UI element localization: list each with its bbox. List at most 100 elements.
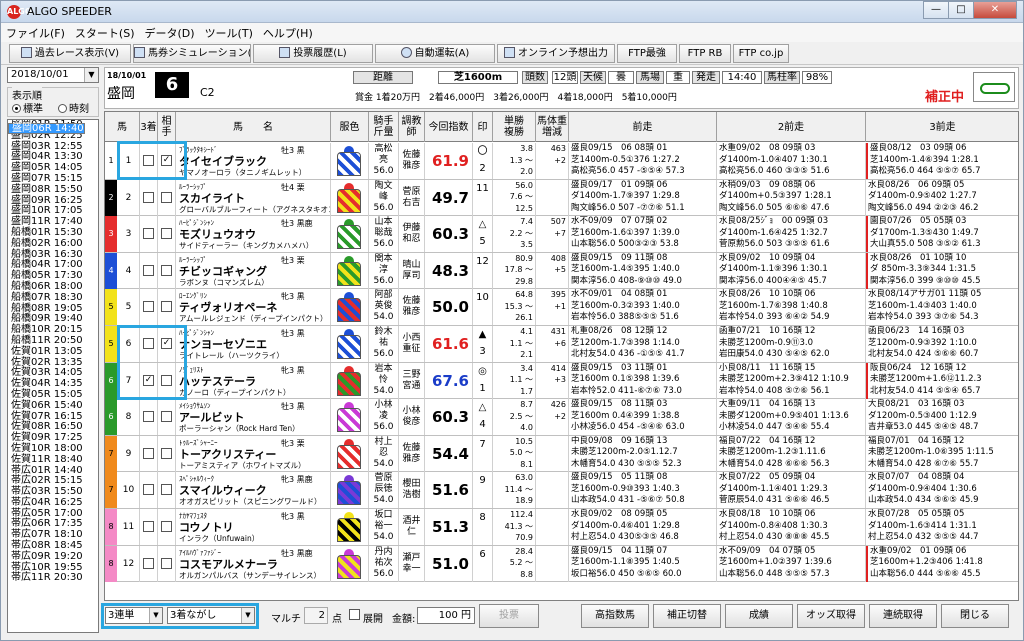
date-picker[interactable]: 2018/10/01 ▼ [7, 67, 99, 83]
past-race-button[interactable]: 過去レース表示(V) [9, 44, 131, 63]
prev-race-2[interactable]: 福良07/22 04 16頭 12 未勝芝1200m-1.2③1.11.6 木幡… [717, 435, 866, 472]
horse-name-cell[interactable]: ﾊｰﾋﾟｼﾞﾝｼｬﾝ 牡3 黒鹿 モズリュウオウ サイドティーラー（キングカメハメハ） [176, 216, 331, 253]
race-list-item[interactable]: 佐賀11R 18:40 [8, 454, 98, 466]
race-list-item[interactable]: 盛岡08R 15:50 [8, 184, 98, 196]
table-row[interactable]: 2 2 ﾙｰﾗｰｼｯﾌﾟ 牡4 栗スカイライト グローバルブルーフィート（アグネスタキオ… [105, 179, 1018, 217]
partner-checkbox[interactable] [161, 191, 172, 203]
partner-checkbox[interactable] [161, 447, 172, 459]
third-checkbox[interactable] [143, 301, 154, 313]
horse-name-cell[interactable]: ﾙｰﾗｰｼｯﾌﾟ 牡4 栗スカイライト グローバルブルーフィート（アグネスタキオン） [176, 179, 331, 216]
race-list-item[interactable]: 帯広11R 20:30 [8, 573, 98, 584]
table-row[interactable]: 8 12 ｱｲﾙﾊｳﾞｧﾌｧｼﾞｰ 牡3 黒鹿 コスモアルメナーラ オルガンパルバス（サン… [105, 545, 1018, 583]
prev-race-1[interactable]: 水良09/02 08 09頭 05 ダ1400m-0.4⑥401 1:29.8 … [569, 509, 717, 545]
table-row[interactable]: 8 11 ﾅｶﾔﾏﾌｪｽﾀ 牝3 黒コウノトリ インラク（Unfuwain） 坂口 裕一 … [105, 509, 1018, 546]
table-row[interactable]: 7 10 ｽﾍﾟｼｬﾙｳｨｰｸ 牝3 黒鹿 スマイルウィーク オオガスピリット（スピニング… [105, 472, 1018, 509]
prev-race-3[interactable]: 盛良08/12 03 09頭 06 芝1400m-1.4⑥394 1:28.1 … [866, 143, 1018, 179]
table-row[interactable]: 6 8 ﾒｲｼｮｳｻﾑｿﾝ 牡3 黒アールビット ポーラーシャン（Rock Hard T… [105, 399, 1018, 436]
prev-race-3[interactable]: 水良08/26 06 09頭 05 ダ1400m-0.9⑤402 1:27.7 … [866, 180, 1018, 216]
close-button[interactable]: 閉じる [941, 604, 1009, 628]
partner-checkbox[interactable] [161, 264, 172, 276]
ftp-cojp-button[interactable]: FTP co.jp [733, 44, 789, 63]
prev-race-2[interactable]: 水良09/02 10 09頭 04 ダ1400m-1.1⑨396 1:30.1 … [717, 252, 866, 289]
prev-race-2[interactable]: 水重09/02 08 09頭 03 ダ1400m-1.0④407 1:30.1 … [717, 143, 866, 179]
results-button[interactable]: 成績 [725, 604, 793, 628]
prev-race-2[interactable]: 小良08/11 11 16頭 15 未勝芝1200m+2.3⑨412 1:10.… [717, 362, 866, 399]
third-checkbox[interactable] [143, 411, 154, 423]
partner-checkbox[interactable] [161, 301, 172, 313]
partner-checkbox[interactable] [161, 557, 172, 569]
prev-race-1[interactable]: 盛良09/17 01 09頭 06 ダ1400m-1.7⑨397 1:29.8 … [569, 179, 717, 216]
partner-checkbox[interactable] [161, 484, 172, 496]
prev-race-1[interactable]: 盛良09/15 04 11頭 07 芝1600m-1.1⑧395 1:40.5 … [569, 545, 717, 582]
expand-checkbox[interactable] [349, 609, 360, 620]
ftp-saikyo-button[interactable]: FTP最強 [617, 44, 677, 63]
amount-input[interactable]: 100 円 [417, 607, 475, 624]
prev-race-1[interactable]: 盛良09/15 06 08頭 01 芝1400m-0.5①376 1:27.2 … [569, 143, 717, 179]
toggle-correction-button[interactable]: 補正切替 [653, 604, 721, 628]
partner-checkbox[interactable] [161, 411, 172, 423]
prev-race-2[interactable]: 水良08/25ｼﾞｮ 00 09頭 03 ダ1400m-1.6④425 1:32… [717, 216, 866, 253]
prev-race-3[interactable]: 水重09/02 01 09頭 06 芝1600m+1.2③406 1:41.8 … [866, 545, 1018, 582]
prev-race-3[interactable]: 福良07/01 04 16頭 12 未勝芝1200m-1.0⑥395 1:11.… [866, 436, 1018, 472]
prev-race-2[interactable]: 水良08/18 10 10頭 06 ダ1400m-0.8④408 1:30.3 … [717, 509, 866, 545]
race-list[interactable]: 盛岡01R 11:50盛岡02R 12:25盛岡03R 12:55盛岡04R 1… [7, 119, 99, 633]
high-index-button[interactable]: 高指数馬 [581, 604, 649, 628]
prev-race-3[interactable]: 水良07/28 05 05頭 05 ダ1400m-1.6③414 1:31.1 … [866, 509, 1018, 545]
third-checkbox[interactable] [143, 447, 154, 459]
table-row[interactable]: 1 1 ✓ ﾌﾞﾗｯｸﾀｷｼｰﾄﾞ 牡3 黒タイセイブラック ヤマノオーロラ（タニノギムレ… [105, 143, 1018, 180]
horse-name-cell[interactable]: ｽﾍﾟｼｬﾙｳｨｰｸ 牝3 黒鹿 スマイルウィーク オオガスピリット（スピニングワール… [176, 472, 331, 509]
race-list-item[interactable]: 佐賀06R 15:40 [8, 400, 98, 412]
vote-history-button[interactable]: 投票履歴(L) [253, 44, 373, 63]
prev-race-3[interactable]: 水良07/07 04 08頭 04 ダ1400m-0.9④404 1:30.6 … [866, 472, 1018, 508]
third-checkbox[interactable] [143, 264, 154, 276]
table-row[interactable]: 5 6 ✓ ﾊｰﾋﾟｼﾞﾝｼｬﾝ 牡3 黒ナンヨーセゾニエ ライトレール（ハーツクライ）鈴… [105, 326, 1018, 363]
horse-name-cell[interactable]: ﾄｩﾙｰｽﾞｼｬｰﾆｰ 牝3 栗トーアクリスティー トーアミスティア（ホワイトマズル… [176, 435, 331, 472]
prev-race-3[interactable]: 水良08/14アサガ01 11頭 05 芝1600m-1.4③403 1:40.… [866, 289, 1018, 325]
maximize-button[interactable]: □ [948, 1, 974, 19]
race-list-item[interactable]: 佐賀01R 13:05 [8, 346, 98, 358]
race-list-item[interactable]: 盛岡06R 14:40 [8, 123, 85, 134]
radio-standard[interactable]: 標準 [12, 100, 43, 115]
prev-race-1[interactable]: 水不09/01 04 08頭 01 芝1600m-0.3②393 1:40.0 … [569, 289, 717, 326]
menu-file[interactable]: ファイル(F) [1, 25, 70, 41]
horse-name-cell[interactable]: ﾌﾞﾗｯｸﾀｷｼｰﾄﾞ 牡3 黒タイセイブラック ヤマノオーロラ（タニノギムレット） [176, 143, 331, 179]
close-window-button[interactable]: ✕ [973, 1, 1017, 19]
prev-race-3[interactable]: 阪良06/24 12 16頭 12 未勝芝1200m+1.6⑫11.2.3 北村… [866, 362, 1018, 399]
auto-run-button[interactable]: 自動運転(A) [375, 44, 495, 63]
menu-help[interactable]: ヘルプ(H) [258, 25, 318, 41]
horse-name-cell[interactable]: ｱｲﾙﾊｳﾞｧﾌｧｼﾞｰ 牡3 黒鹿 コスモアルメナーラ オルガンパルバス（サンデーサ… [176, 545, 331, 582]
table-row[interactable]: 4 4 ﾙｰﾗｰｼｯﾌﾟ 牡3 栗チビッコギャング ラボンヌ（コマンズレム） 関本 淳 5… [105, 252, 1018, 290]
get-odds-button[interactable]: オッズ取得 [797, 604, 865, 628]
table-row[interactable]: 5 5 ﾛｰｴﾝｸﾞﾘﾝ 牝3 黒ティヴォリオペーネ アムールレジェンド（ディープインパ… [105, 289, 1018, 326]
chevron-down-icon[interactable]: ▼ [84, 68, 98, 82]
bet-simulation-button[interactable]: 馬券シミュレーション(B) [133, 44, 251, 63]
prev-race-2[interactable]: 函重07/21 10 16頭 12 未勝芝1200m-0.9⑪3.0 岩田康54… [717, 326, 866, 362]
third-checkbox[interactable] [143, 484, 154, 496]
prev-race-1[interactable]: 札重08/26 08 12頭 12 芝1200m-1.7③398 1:14.0 … [569, 326, 717, 362]
horse-name-cell[interactable]: ﾊｰﾋﾟｼﾞﾝｼｬﾝ 牡3 黒ナンヨーセゾニエ ライトレール（ハーツクライ） [176, 326, 331, 362]
prev-race-1[interactable]: 水不09/09 07 07頭 02 芝1600m-1.6①397 1:39.0 … [569, 216, 717, 253]
menu-start[interactable]: スタート(S) [70, 25, 140, 41]
race-list-item[interactable]: 船橋02R 16:00 [8, 238, 98, 250]
prev-race-1[interactable]: 盛良09/15 08 11頭 03 芝1600m 0.4④399 1:38.8 … [569, 399, 717, 436]
vote-button[interactable]: 投票 [479, 604, 539, 628]
table-row[interactable]: 6 7 ✓ ﾉｳﾞｪﾘｽﾄ 牝3 黒ハッテステーラ カノーロ（ディープインパクト） 岩本 怜… [105, 362, 1018, 400]
third-checkbox[interactable] [143, 228, 154, 240]
horse-name-cell[interactable]: ﾙｰﾗｰｼｯﾌﾟ 牡3 栗チビッコギャング ラボンヌ（コマンズレム） [176, 252, 331, 289]
partner-checkbox[interactable] [161, 228, 172, 240]
prev-race-2[interactable]: 水良08/26 10 10頭 06 芝1600m-1.7⑥398 1:40.8 … [717, 289, 866, 326]
minimize-button[interactable]: — [923, 1, 949, 19]
third-checkbox[interactable] [143, 557, 154, 569]
prev-race-2[interactable]: 水不09/09 04 07頭 05 芝1600m+1.0②397 1:39.6 … [717, 545, 866, 582]
table-row[interactable]: 7 9 ﾄｩﾙｰｽﾞｼｬｰﾆｰ 牝3 栗トーアクリスティー トーアミスティア（ホワイトマ… [105, 435, 1018, 473]
table-row[interactable]: 3 3 ﾊｰﾋﾟｼﾞﾝｼｬﾝ 牡3 黒鹿 モズリュウオウ サイドティーラー（キングカメハメ… [105, 216, 1018, 253]
prev-race-3[interactable]: 園良07/26 05 05頭 03 ダ1700m-1.3⑤430 1:49.7 … [866, 216, 1018, 253]
horse-name-cell[interactable]: ﾛｰｴﾝｸﾞﾘﾝ 牝3 黒ティヴォリオペーネ アムールレジェンド（ディープインパクト… [176, 289, 331, 326]
partner-checkbox[interactable] [161, 521, 172, 532]
third-checkbox[interactable] [143, 521, 154, 532]
race-list-item[interactable]: 船橋07R 18:30 [8, 292, 98, 304]
horse-name-cell[interactable]: ﾉｳﾞｪﾘｽﾄ 牝3 黒ハッテステーラ カノーロ（ディープインパクト） [176, 362, 331, 399]
menu-data[interactable]: データ(D) [140, 25, 200, 41]
prev-race-1[interactable]: 盛良09/15 09 11頭 08 芝1600m-1.4⑤395 1:40.0 … [569, 252, 717, 289]
prev-race-1[interactable]: 中良09/08 09 16頭 13 未勝芝1200m-2.0⑤1.12.7 木幡… [569, 435, 717, 472]
